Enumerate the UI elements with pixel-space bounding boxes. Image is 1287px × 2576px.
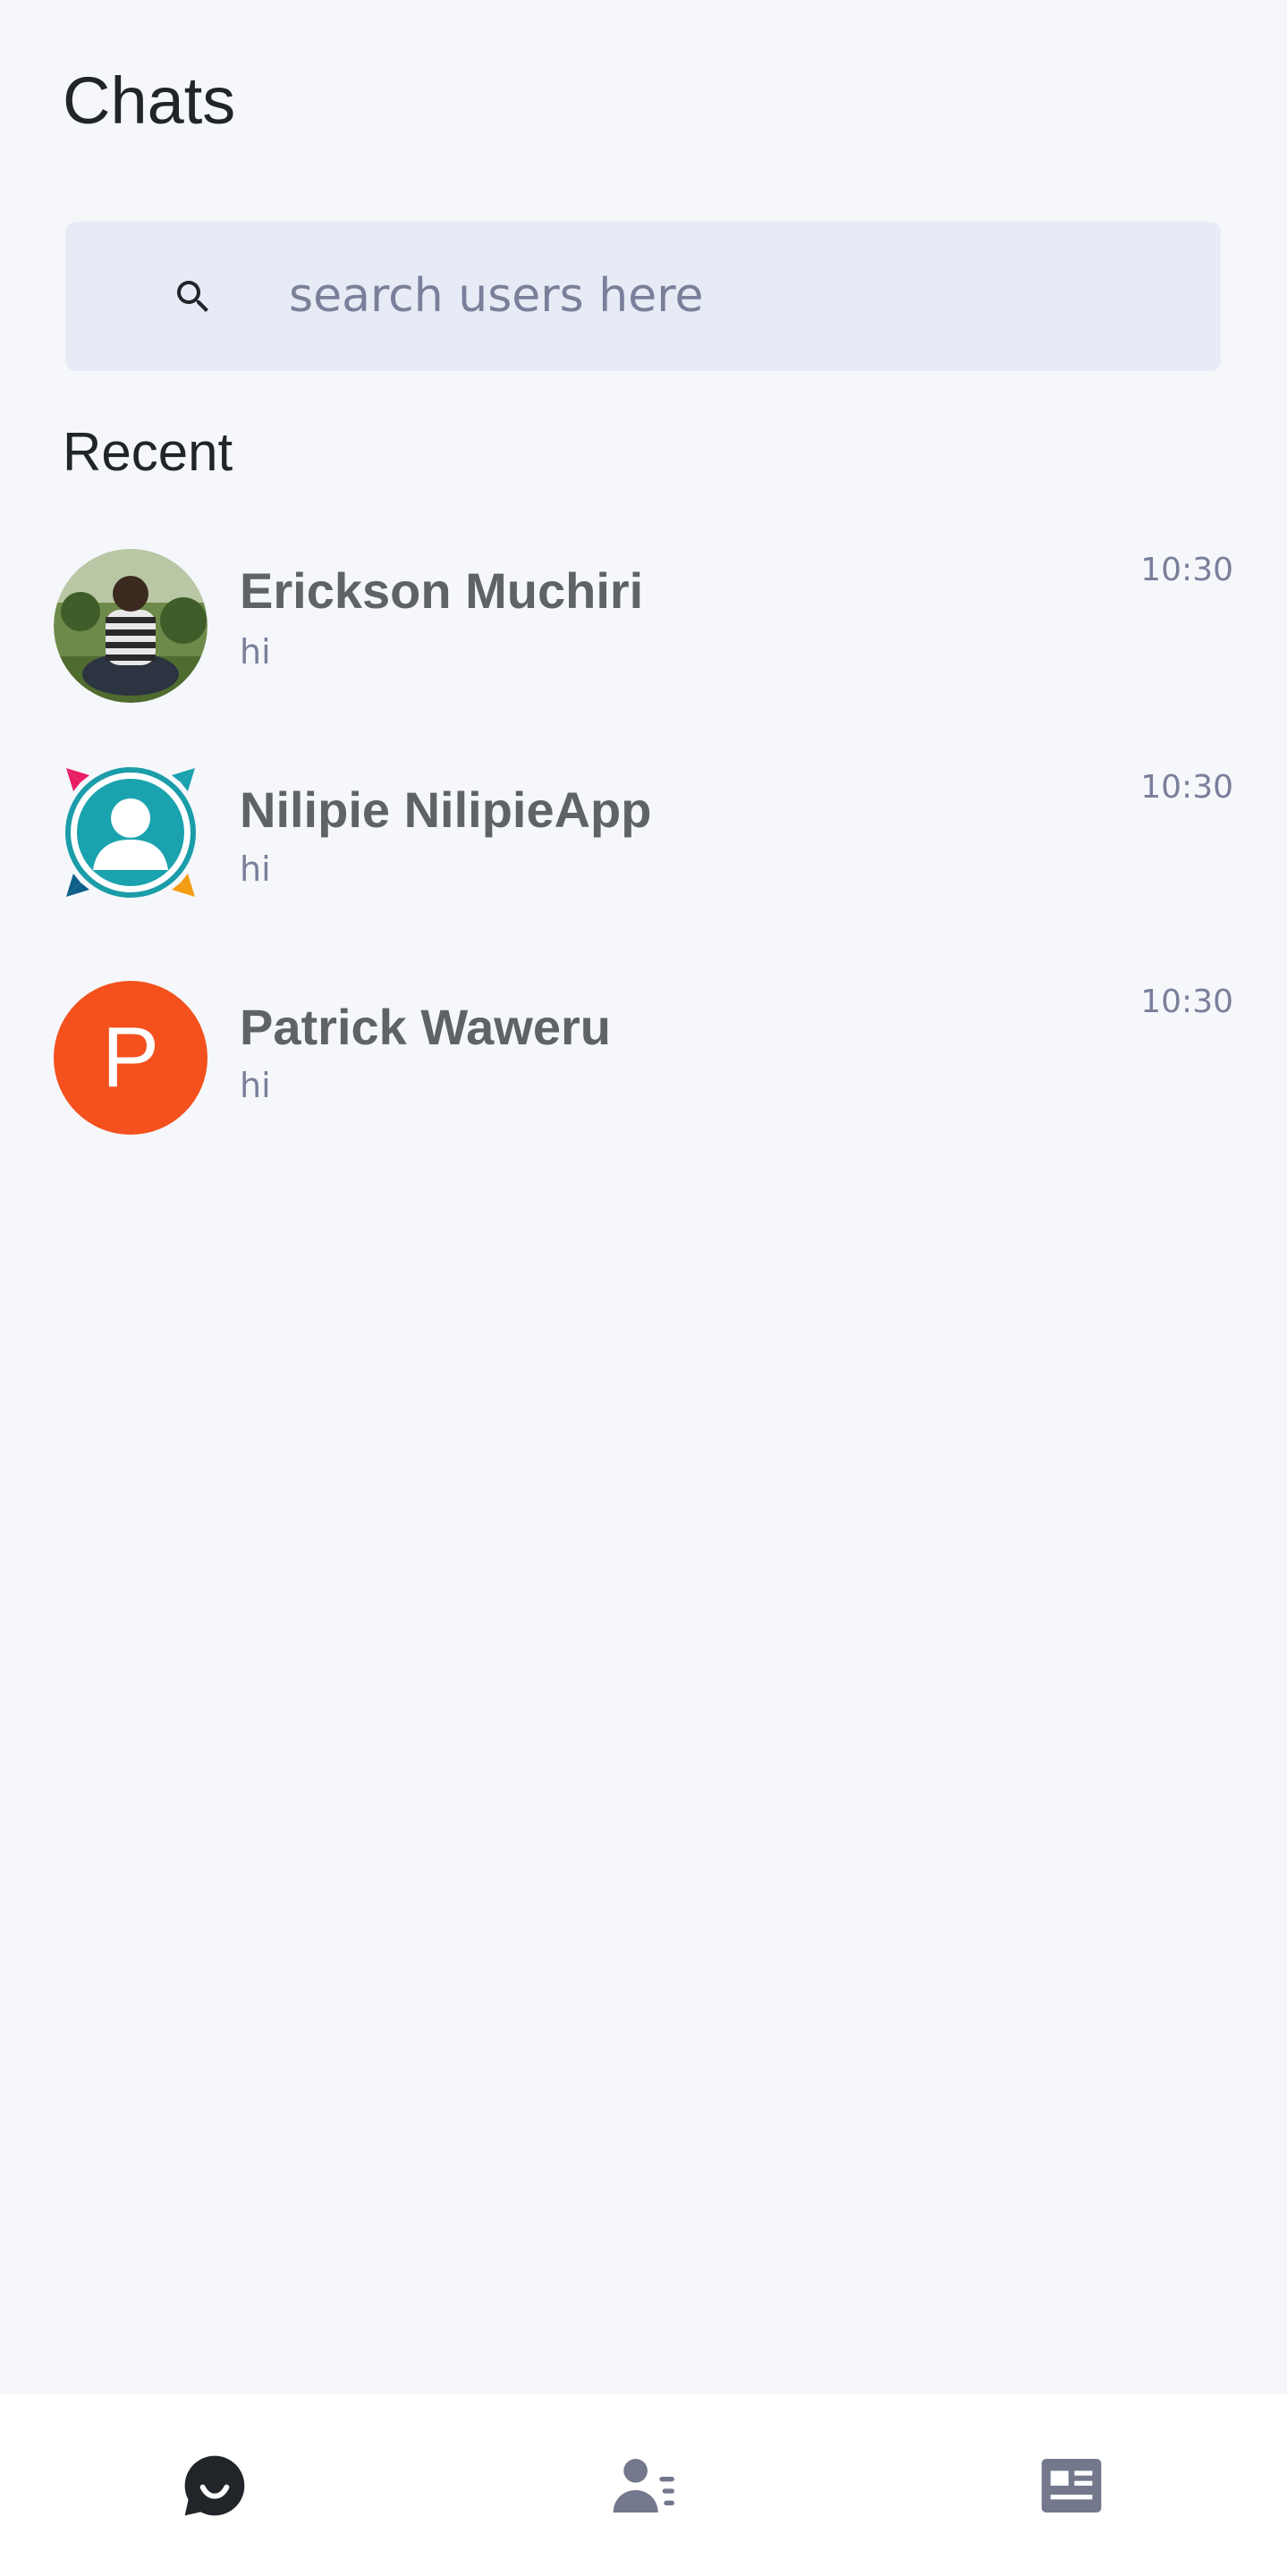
chat-item-nilipie-nilipieapp[interactable]: Nilipie NilipieApp hi 10:30 [0, 756, 1287, 952]
search-box[interactable] [65, 222, 1221, 371]
user-photo-avatar [54, 549, 207, 703]
search-input[interactable] [289, 258, 1183, 334]
chat-name: Nilipie NilipieApp [240, 781, 652, 838]
chat-time: 10:30 [1140, 984, 1233, 1020]
chat-time: 10:30 [1140, 769, 1233, 806]
chat-preview: hi [240, 1066, 271, 1105]
nav-item-news[interactable] [857, 2394, 1285, 2576]
avatar-letter: P [101, 1009, 160, 1105]
chat-icon [184, 2455, 244, 2515]
avatar [54, 756, 207, 909]
chat-name: Erickson Muchiri [240, 562, 644, 619]
app-logo-icon [65, 767, 196, 898]
chat-time: 10:30 [1140, 552, 1233, 588]
chat-preview: hi [240, 849, 271, 889]
nav-item-contacts[interactable] [428, 2394, 857, 2576]
avatar [54, 549, 207, 703]
page-title: Chats [63, 63, 236, 138]
recent-section-title: Recent [63, 422, 233, 482]
chats-screen: Chats Recent [0, 0, 1287, 2576]
chat-item-erickson-muchiri[interactable]: Erickson Muchiri hi 10:30 [0, 536, 1287, 733]
search-icon[interactable] [172, 275, 215, 318]
contacts-icon [613, 2458, 674, 2513]
bottom-nav [0, 2394, 1287, 2576]
chat-preview: hi [240, 632, 271, 671]
avatar: P [54, 981, 207, 1135]
chat-name: Patrick Waweru [240, 999, 611, 1055]
news-icon [1041, 2458, 1101, 2513]
nav-item-chats[interactable] [0, 2394, 428, 2576]
chat-item-patrick-waweru[interactable]: P Patrick Waweru hi 10:30 [0, 972, 1287, 1169]
